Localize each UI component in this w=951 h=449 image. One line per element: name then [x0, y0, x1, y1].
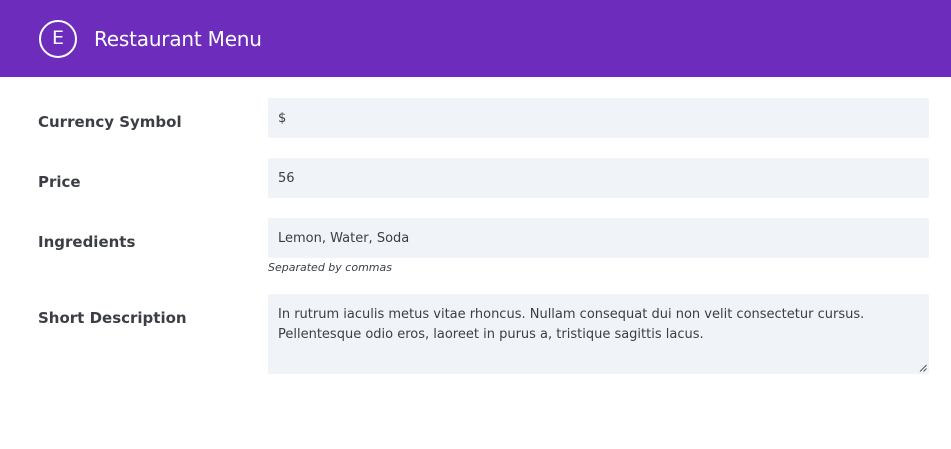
- page-title: Restaurant Menu: [94, 26, 262, 51]
- ingredients-input[interactable]: Lemon, Water, Soda: [268, 218, 929, 258]
- currency-symbol-label: Currency Symbol: [38, 113, 182, 131]
- elementor-logo-icon: E: [39, 19, 77, 58]
- short-description-label: Short Description: [38, 309, 187, 327]
- ingredients-help-text: Separated by commas: [268, 261, 392, 274]
- app-header: E Restaurant Menu: [0, 0, 951, 77]
- short-description-textarea[interactable]: In rutrum iaculis metus vitae rhoncus. N…: [268, 294, 929, 374]
- price-input[interactable]: 56: [268, 158, 929, 198]
- resize-handle-icon[interactable]: [919, 364, 927, 372]
- currency-symbol-input[interactable]: $: [268, 98, 929, 138]
- price-label: Price: [38, 173, 81, 191]
- short-description-text: In rutrum iaculis metus vitae rhoncus. N…: [278, 307, 865, 342]
- ingredients-label: Ingredients: [38, 233, 136, 251]
